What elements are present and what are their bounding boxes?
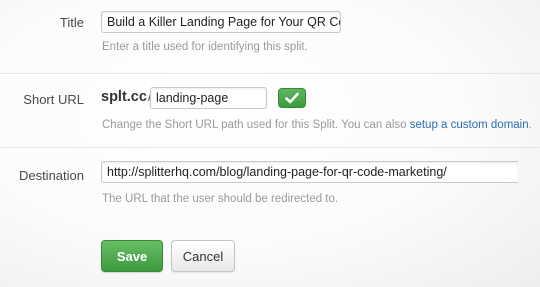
short-url-help-text: Change the Short URL path used for this … xyxy=(102,119,532,131)
short-url-domain: splt.cc/ xyxy=(101,89,152,105)
destination-input[interactable]: http://splitterhq.com/blog/landing-page-… xyxy=(101,161,518,183)
short-url-confirm-button[interactable] xyxy=(278,88,306,108)
short-url-label: Short URL xyxy=(23,92,84,107)
destination-help-text: The URL that the user should be redirect… xyxy=(102,193,339,205)
divider xyxy=(0,73,540,74)
short-url-input[interactable]: landing-page xyxy=(150,87,267,109)
title-help-text: Enter a title used for identifying this … xyxy=(102,41,308,53)
save-button[interactable]: Save xyxy=(101,240,163,272)
short-url-domain-text: splt.cc xyxy=(101,89,147,105)
title-input[interactable]: Build a Killer Landing Page for Your QR … xyxy=(101,11,341,33)
cancel-button[interactable]: Cancel xyxy=(171,240,235,272)
checkmark-icon xyxy=(285,92,299,104)
divider xyxy=(0,147,540,148)
setup-custom-domain-link[interactable]: setup a custom domain xyxy=(410,119,529,131)
split-form: Title Build a Killer Landing Page for Yo… xyxy=(0,0,540,287)
destination-label: Destination xyxy=(18,168,84,183)
title-label: Title xyxy=(59,15,84,30)
